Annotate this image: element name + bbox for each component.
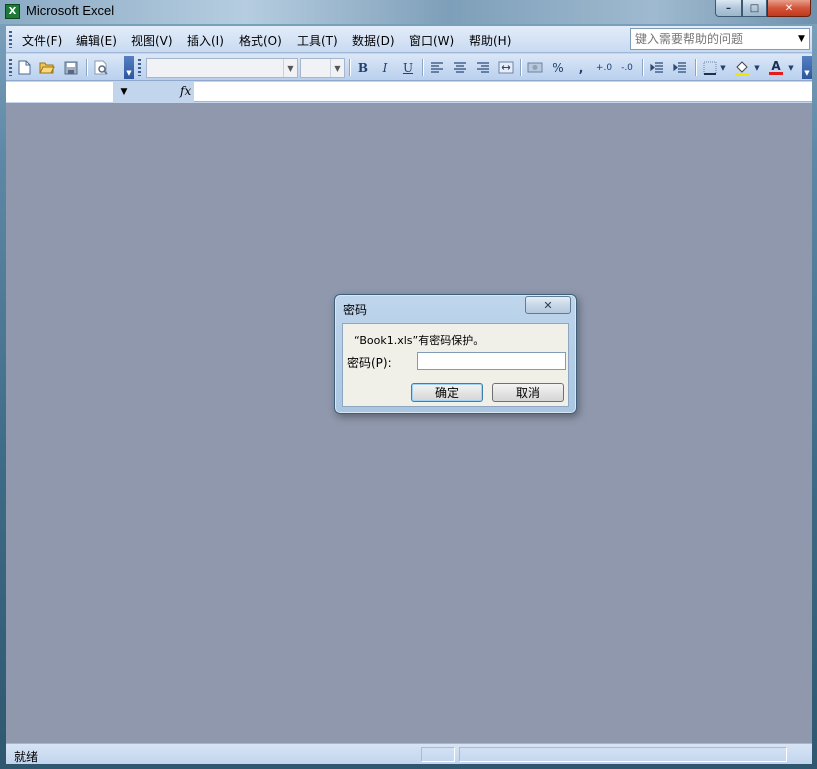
font-name-combo[interactable]: ▼ [146, 58, 298, 78]
toolbar-separator [695, 59, 696, 76]
underline-button[interactable]: U [398, 58, 418, 77]
formatting-toolbar: ▼ ▼ ▼ B I U % , +.0 -.0 ▼ ▼ A ▼ ▼ [6, 54, 812, 81]
status-panel [459, 747, 787, 762]
formula-input[interactable] [194, 82, 812, 102]
formula-bar: ▼ fx [6, 82, 812, 102]
chevron-down-icon[interactable]: ▼ [786, 58, 796, 77]
menu-window[interactable]: 窗口(W) [409, 32, 454, 49]
toolbar-grip-2[interactable] [138, 59, 141, 76]
title-bar[interactable]: X Microsoft Excel – □ ✕ [0, 0, 817, 24]
toolbar-separator [520, 59, 521, 76]
minimize-button[interactable]: – [715, 0, 742, 17]
font-color-swatch [769, 72, 783, 75]
menu-edit[interactable]: 编辑(E) [76, 32, 117, 49]
ok-button[interactable]: 确定 [411, 383, 483, 402]
menubar-grip[interactable] [9, 31, 12, 48]
font-color-glyph: A [771, 59, 781, 73]
dialog-body: “Book1.xls”有密码保护。 密码(P): 确定 取消 [342, 323, 569, 407]
toolbar-separator [422, 59, 423, 76]
menu-file[interactable]: 文件(F) [22, 32, 62, 49]
save-icon[interactable] [61, 58, 81, 77]
comma-style-button[interactable]: , [571, 58, 591, 77]
insert-function-icon[interactable]: fx [180, 84, 191, 98]
increase-decimal-icon[interactable]: +.0 [594, 58, 614, 77]
dialog-message: “Book1.xls”有密码保护。 [354, 334, 485, 347]
align-left-icon[interactable] [427, 58, 447, 77]
window-title: Microsoft Excel [26, 3, 115, 18]
borders-icon[interactable] [700, 58, 720, 77]
cancel-button[interactable]: 取消 [492, 383, 564, 402]
menu-data[interactable]: 数据(D) [352, 32, 395, 49]
password-input[interactable] [417, 352, 566, 370]
increase-indent-icon[interactable] [670, 58, 690, 77]
caption-buttons: – □ ✕ [715, 0, 811, 17]
status-text: 就绪 [14, 750, 39, 764]
help-search-box: ▼ [630, 28, 810, 50]
decrease-indent-icon[interactable] [647, 58, 667, 77]
toolbar-options-chevron-icon[interactable]: ▼ [124, 56, 134, 79]
font-size-combo[interactable]: ▼ [300, 58, 345, 78]
name-box[interactable] [6, 82, 114, 102]
password-dialog: 密码 ✕ “Book1.xls”有密码保护。 密码(P): 确定 取消 [334, 294, 577, 414]
menu-tools[interactable]: 工具(T) [297, 32, 338, 49]
password-label: 密码(P): [347, 356, 392, 370]
toolbar-separator [86, 59, 87, 76]
font-color-icon[interactable]: A [766, 58, 786, 77]
menu-bar: 文件(F) 编辑(E) 视图(V) 插入(I) 格式(O) 工具(T) 数据(D… [6, 26, 812, 53]
currency-style-icon[interactable] [525, 58, 545, 77]
menu-help[interactable]: 帮助(H) [469, 32, 511, 49]
help-search-input[interactable] [631, 29, 795, 49]
workspace-area [6, 103, 812, 743]
dialog-close-button[interactable]: ✕ [525, 296, 571, 314]
toolbar-options-chevron-icon[interactable]: ▼ [802, 56, 812, 79]
chevron-down-icon[interactable]: ▼ [752, 58, 762, 77]
toolbar-separator [642, 59, 643, 76]
decrease-decimal-icon[interactable]: -.0 [617, 58, 637, 77]
excel-window: X Microsoft Excel – □ ✕ 文件(F) 编辑(E) 视图(V… [0, 0, 817, 769]
toolbar-separator [349, 59, 350, 76]
toolbar-grip[interactable] [9, 59, 12, 76]
chevron-down-icon[interactable]: ▼ [330, 59, 344, 77]
menu-view[interactable]: 视图(V) [131, 32, 173, 49]
chevron-down-icon[interactable]: ▼ [718, 58, 728, 77]
status-panel [421, 747, 455, 762]
chevron-down-icon[interactable]: ▼ [114, 82, 134, 102]
menu-format[interactable]: 格式(O) [239, 32, 282, 49]
bold-button[interactable]: B [353, 58, 373, 77]
align-center-icon[interactable] [450, 58, 470, 77]
align-right-icon[interactable] [473, 58, 493, 77]
dialog-title: 密码 [343, 303, 368, 317]
chevron-down-icon[interactable]: ▼ [794, 29, 809, 49]
maximize-button[interactable]: □ [742, 0, 767, 17]
excel-icon[interactable]: X [5, 4, 20, 19]
fill-color-icon[interactable] [732, 58, 752, 77]
italic-button[interactable]: I [375, 58, 395, 77]
merge-center-icon[interactable] [496, 58, 516, 77]
percent-style-button[interactable]: % [548, 58, 568, 77]
chevron-down-icon[interactable]: ▼ [283, 59, 297, 77]
close-button[interactable]: ✕ [767, 0, 811, 17]
open-folder-icon[interactable] [37, 58, 57, 77]
print-preview-icon[interactable] [91, 58, 111, 77]
new-document-icon[interactable] [14, 58, 34, 77]
status-bar: 就绪 [6, 743, 812, 764]
menu-insert[interactable]: 插入(I) [187, 32, 224, 49]
